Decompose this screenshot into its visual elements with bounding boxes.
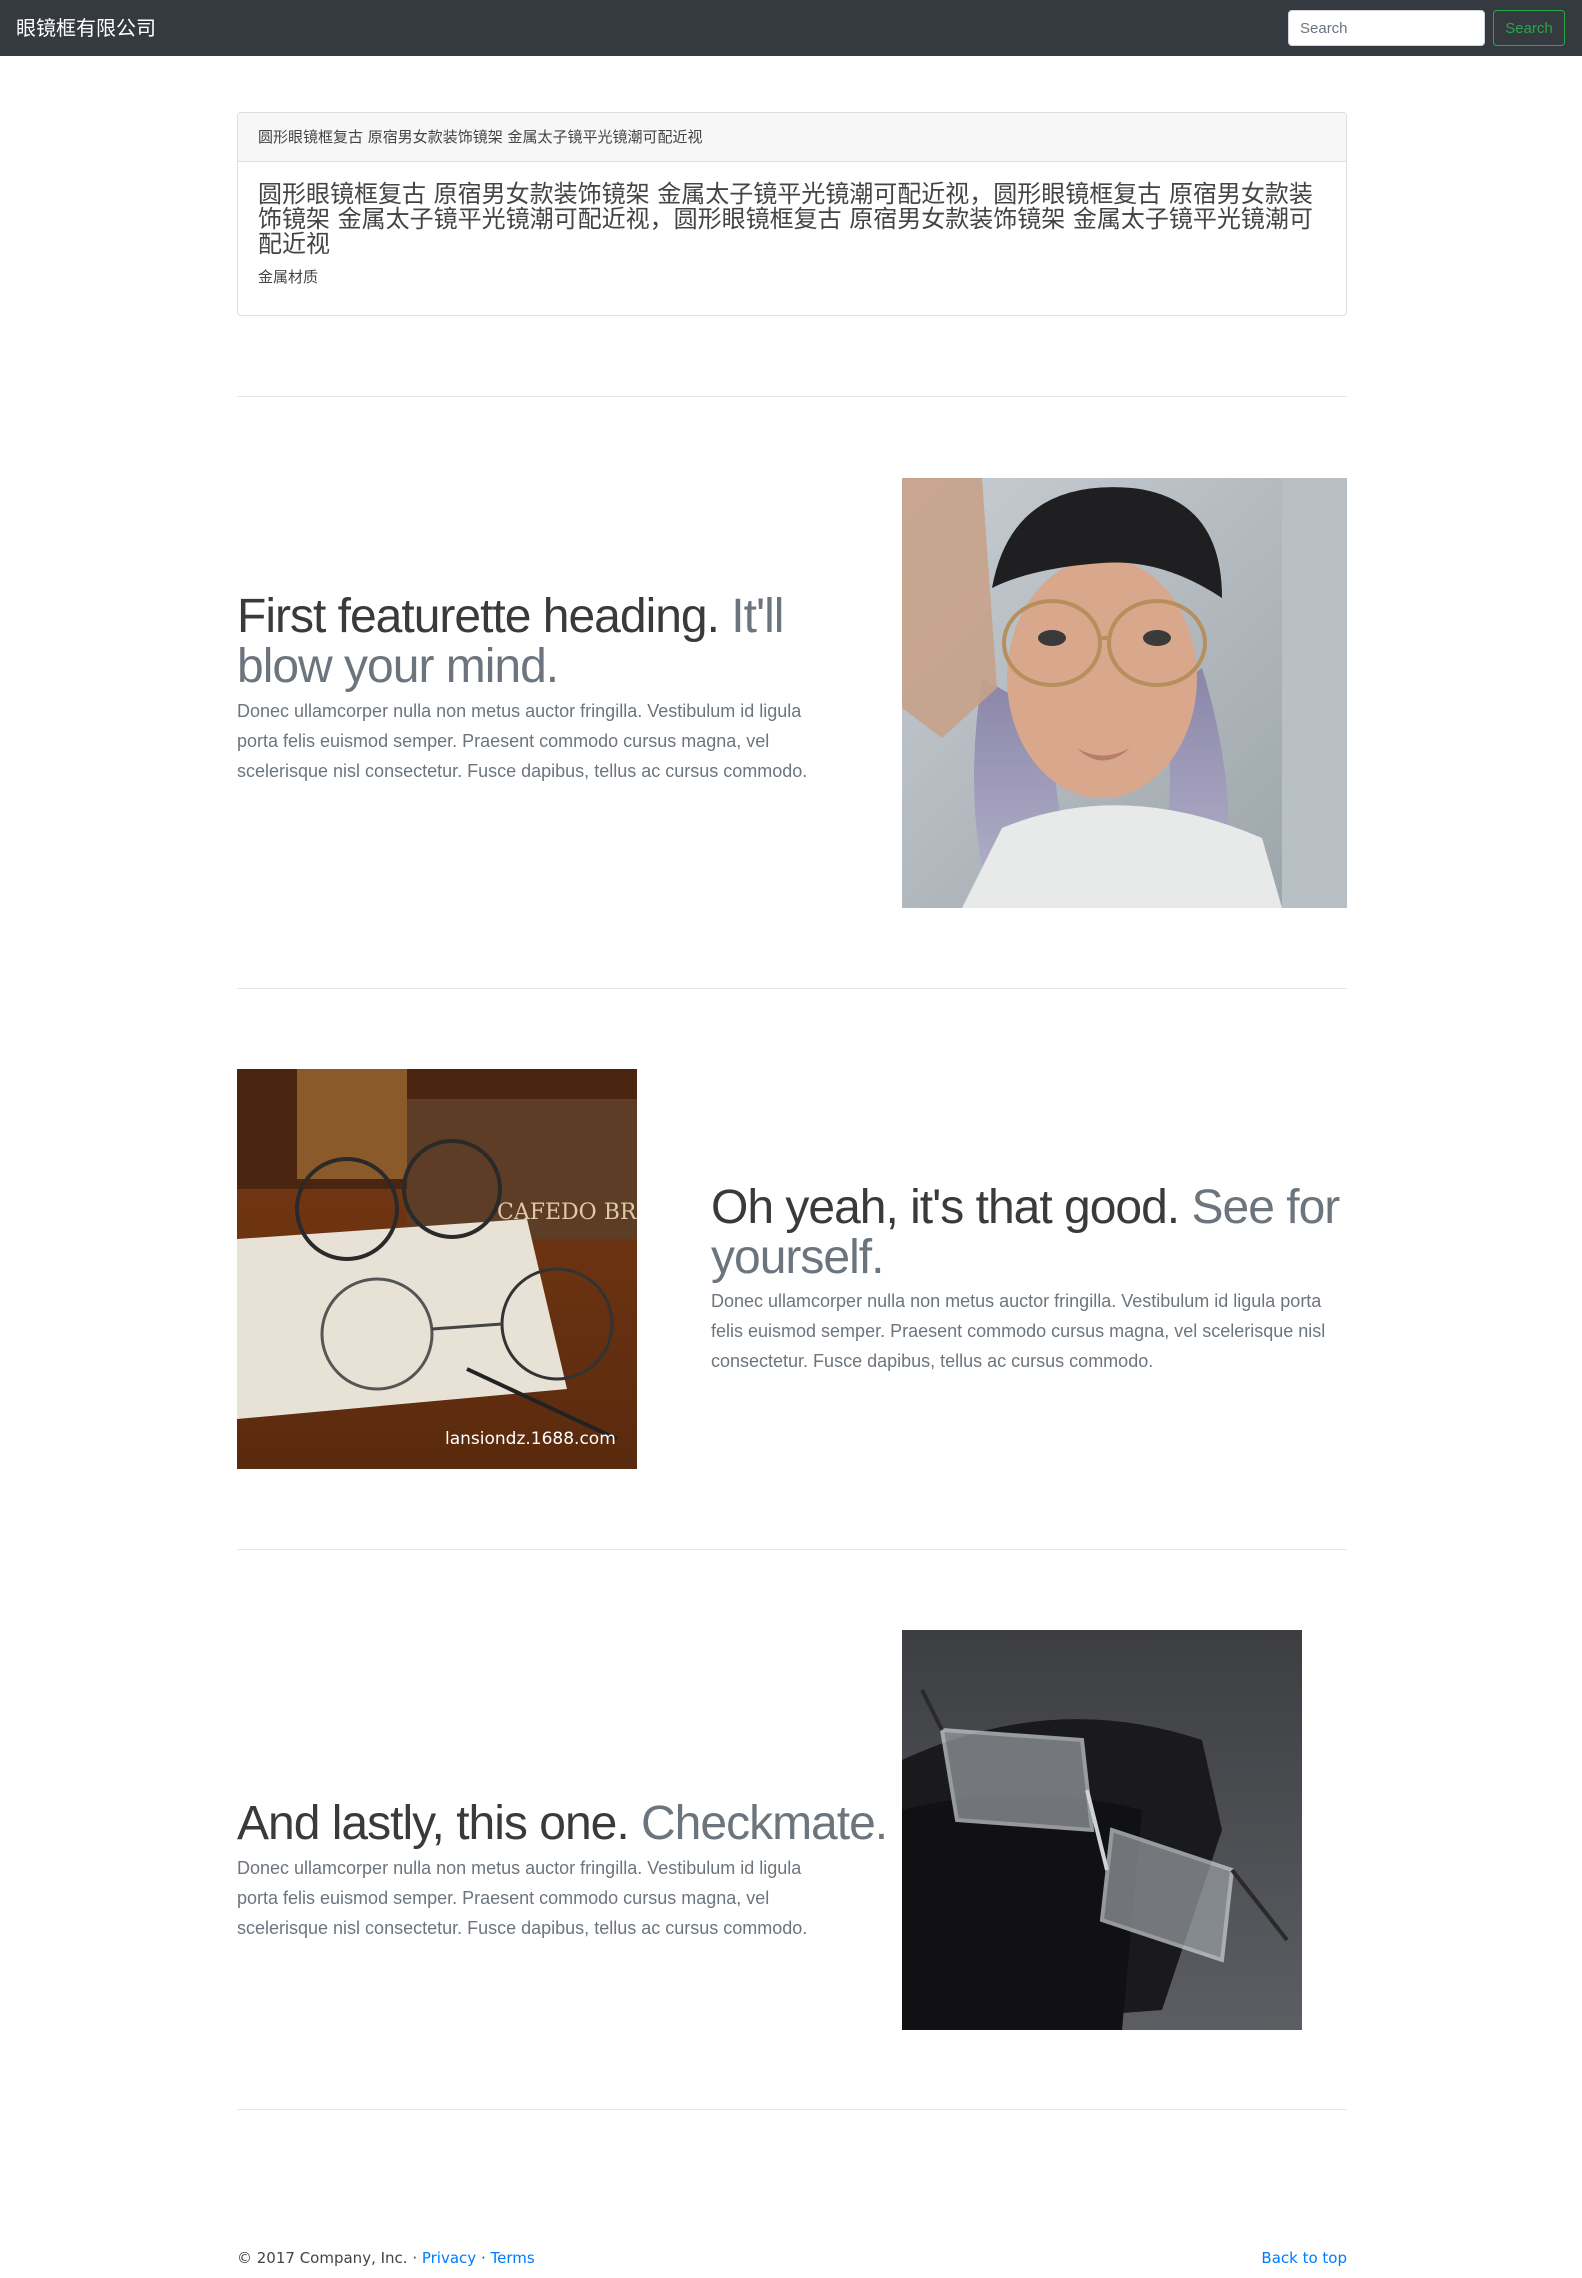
featurette-heading-muted: Checkmate. bbox=[641, 1797, 888, 1850]
featurette-text: Donec ullamcorper nulla non metus auctor… bbox=[237, 701, 808, 781]
featurette-divider bbox=[237, 988, 1347, 989]
product-card: 圆形眼镜框复古 原宿男女款装饰镜架 金属太子镜平光镜潮可配近视 圆形眼镜框复古 … bbox=[237, 112, 1347, 316]
footer-copyright: © 2017 Company, Inc. · Privacy · Terms bbox=[237, 2249, 535, 2267]
footer-back-to-top: Back to top bbox=[1261, 2249, 1347, 2267]
terms-link[interactable]: Terms bbox=[490, 2249, 534, 2267]
privacy-link[interactable]: Privacy bbox=[422, 2249, 476, 2267]
featurette-heading-main: And lastly, this one. bbox=[237, 1797, 630, 1850]
featurette-heading: First featurette heading. It'll blow you… bbox=[237, 592, 837, 692]
featurette-heading-main: Oh yeah, it's that good. bbox=[711, 1181, 1180, 1234]
round-glasses-on-books-image: CAFEDO BR lansiondz.1688.com bbox=[237, 1069, 637, 1469]
card-body: 圆形眼镜框复古 原宿男女款装饰镜架 金属太子镜平光镜潮可配近视，圆形眼镜框复古 … bbox=[238, 162, 1346, 287]
featurette-image-round-glasses: CAFEDO BR lansiondz.1688.com bbox=[237, 1069, 637, 1469]
featurette-divider bbox=[237, 2109, 1347, 2110]
rectangular-glasses-on-case-image bbox=[902, 1630, 1302, 2030]
featurette-heading-main: First featurette heading. bbox=[237, 590, 720, 643]
search-button[interactable]: Search bbox=[1493, 10, 1565, 46]
featurette-text: Donec ullamcorper nulla non metus auctor… bbox=[711, 1291, 1326, 1371]
featurette-heading: Oh yeah, it's that good. See for yoursel… bbox=[711, 1183, 1347, 1283]
featurette-heading: And lastly, this one. Checkmate. bbox=[237, 1799, 897, 1849]
brand-logo[interactable]: 眼镜框有限公司 bbox=[16, 14, 156, 42]
copyright-text: © 2017 Company, Inc. · bbox=[237, 2249, 422, 2267]
featurette-divider bbox=[237, 396, 1347, 397]
back-to-top-link[interactable]: Back to top bbox=[1261, 2249, 1347, 2267]
featurette-image-rectangular-glasses bbox=[902, 1630, 1302, 2030]
search-input[interactable] bbox=[1288, 10, 1485, 46]
featurette-text: Donec ullamcorper nulla non metus auctor… bbox=[237, 1858, 808, 1938]
woman-with-glasses-image bbox=[902, 478, 1347, 908]
featurette-divider bbox=[237, 1549, 1347, 1550]
card-text: 金属材质 bbox=[258, 268, 319, 286]
footer-separator: · bbox=[476, 2249, 491, 2267]
featurette-image-woman bbox=[902, 478, 1347, 908]
image-watermark: lansiondz.1688.com bbox=[445, 1429, 616, 1449]
card-header: 圆形眼镜框复古 原宿男女款装饰镜架 金属太子镜平光镜潮可配近视 bbox=[238, 113, 1346, 162]
navbar: 眼镜框有限公司 Search bbox=[0, 0, 1582, 56]
card-title: 圆形眼镜框复古 原宿男女款装饰镜架 金属太子镜平光镜潮可配近视，圆形眼镜框复古 … bbox=[258, 180, 1313, 258]
